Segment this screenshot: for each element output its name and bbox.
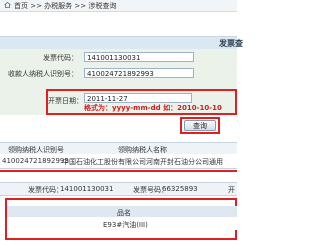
payer-id-label: 收款人纳税人识别号：	[8, 70, 78, 78]
date-input[interactable]: 2011-11-27	[84, 93, 192, 103]
date-format-hint: 格式为：yyyy-mm-dd 如：2010-10-10	[84, 104, 222, 112]
detail-extra-label: 开	[228, 186, 235, 194]
query-button[interactable]: 查询	[184, 120, 216, 131]
section-header: 发票查	[0, 36, 243, 50]
cell-taxpayer-id: 410024721892993	[2, 157, 69, 165]
detail-code-value: 141001130031	[60, 185, 114, 193]
detail-number-value: 66325893	[162, 185, 198, 193]
home-icon[interactable]	[4, 2, 11, 8]
table-row[interactable]: E93#汽油(III)	[7, 217, 237, 230]
table-row[interactable]: 410024721892993 中国石油化工股份有限公司河南开封石油分公司通用	[0, 154, 237, 169]
invoice-code-label: 发票代码：	[43, 54, 78, 62]
payer-id-input[interactable]: 410024721892993	[84, 68, 194, 78]
cell-taxpayer-name: 中国石油化工股份有限公司河南开封石油分公司通用	[62, 158, 223, 166]
invoice-code-input[interactable]: 141001130031	[84, 52, 194, 62]
section-title: 发票查	[219, 39, 243, 48]
detail-code-label: 发票代码：	[28, 186, 63, 194]
item-name: E93#汽油(III)	[103, 221, 148, 229]
breadcrumb: 首页 >> 办税服务 >> 涉税查询	[0, 0, 237, 12]
date-label: 开票日期：	[48, 97, 83, 105]
breadcrumb-text[interactable]: 首页 >> 办税服务 >> 涉税查询	[14, 1, 116, 11]
highlight-line	[0, 170, 237, 172]
invoice-detail-bar: 发票代码： 141001130031 发票号码： 66325893 开	[0, 182, 237, 196]
item-table-header: 品名	[7, 206, 237, 217]
